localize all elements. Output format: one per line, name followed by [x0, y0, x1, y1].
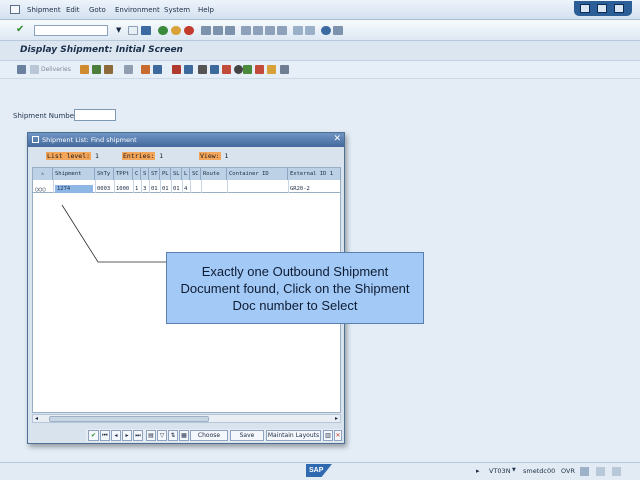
security-icon	[612, 467, 621, 476]
status-bar: SAP ▸ VT03N ▼ smetdc00 OVR	[0, 462, 640, 480]
insert-mode[interactable]: OVR	[561, 467, 575, 475]
lock-icon	[580, 467, 589, 476]
callout-text: Exactly one Outbound Shipment Document f…	[180, 264, 410, 313]
play-icon[interactable]: ▸	[476, 467, 480, 475]
transaction-dropdown-icon[interactable]: ▼	[512, 467, 516, 473]
callout-pointer	[61, 204, 166, 263]
status-icon	[596, 467, 605, 476]
instruction-callout: Exactly one Outbound Shipment Document f…	[166, 252, 424, 324]
sap-logo: SAP	[306, 464, 332, 477]
transaction-code: VT03N	[489, 467, 511, 475]
server-name: smetdc00	[523, 467, 556, 475]
